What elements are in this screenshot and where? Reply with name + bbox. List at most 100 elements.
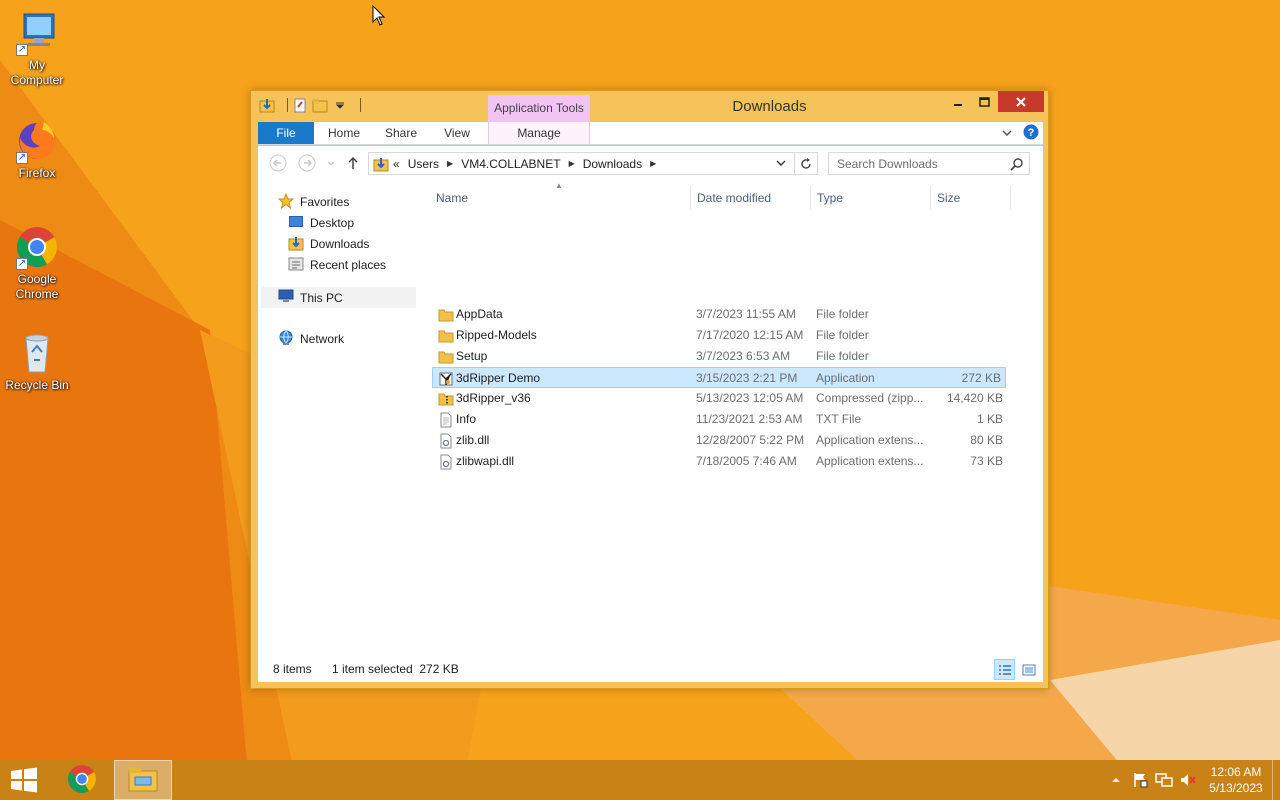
search-box[interactable]: Search Downloads [828, 152, 1030, 175]
back-button[interactable] [269, 154, 287, 172]
file-row-3dripper-demo[interactable]: 3dRipper Demo 3/15/2023 2:21 PM Applicat… [432, 367, 1006, 388]
column-header-size[interactable]: Size [937, 188, 1007, 208]
file-row-ripped-models[interactable]: Ripped-Models 7/17/2020 12:15 AM File fo… [433, 325, 1007, 346]
my-computer-icon: ↗ [14, 10, 60, 56]
nav-this-pc[interactable]: This PC [261, 287, 416, 308]
recent-places-icon [288, 256, 304, 275]
maximize-button[interactable] [971, 91, 998, 112]
mouse-cursor-icon [372, 4, 386, 30]
file-row-zlib-dll[interactable]: zlib.dll 12/28/2007 5:22 PM Application … [433, 430, 1007, 451]
desktop-icon-google-chrome[interactable]: ↗ Google Chrome [0, 224, 74, 302]
customize-toolbar-chevron-icon[interactable] [332, 97, 348, 113]
tab-home[interactable]: Home [320, 122, 368, 144]
file-name: AppData [456, 307, 503, 321]
search-icon[interactable] [1010, 157, 1024, 174]
column-separator[interactable] [810, 185, 811, 209]
desktop-icon-label: Firefox [18, 166, 56, 180]
large-icons-view-button[interactable] [1018, 659, 1039, 680]
chrome-icon: ↗ [14, 224, 60, 270]
desktop-icon-my-computer[interactable]: ↗ My Computer [0, 10, 74, 88]
file-row-info[interactable]: Info 11/23/2021 2:53 AM TXT File 1 KB [433, 409, 1007, 430]
action-center-flag-icon[interactable] [1128, 760, 1152, 800]
help-icon[interactable]: ? [1023, 124, 1039, 143]
desktop-icon-recycle-bin[interactable]: Recycle Bin [0, 330, 74, 393]
breadcrumb-arrow-icon[interactable]: ▶ [650, 159, 656, 168]
new-folder-icon[interactable] [312, 97, 328, 113]
volume-muted-icon[interactable] [1176, 760, 1200, 800]
file-date: 3/15/2023 2:21 PM [696, 371, 798, 385]
breadcrumb-downloads[interactable]: Downloads [583, 157, 642, 171]
network-status-icon[interactable] [1152, 760, 1176, 800]
network-icon [278, 330, 294, 349]
desktop-icon-firefox[interactable]: ↗ Firefox [0, 118, 74, 181]
file-date: 3/7/2023 6:53 AM [696, 349, 791, 363]
nav-network[interactable]: Network [278, 329, 344, 349]
desktop-icon-label: My [29, 58, 45, 72]
breadcrumb-vm4-collabnet[interactable]: VM4.COLLABNET [461, 157, 560, 171]
details-view-button[interactable] [994, 659, 1015, 680]
file-name: Setup [456, 349, 488, 363]
close-button[interactable] [998, 91, 1044, 112]
application-icon [438, 371, 454, 387]
show-hidden-icons-button[interactable] [1104, 760, 1128, 800]
nav-favorites-label: Favorites [300, 195, 350, 209]
item-count: 8 items [273, 662, 312, 676]
breadcrumb: « Users ▶ VM4.COLLABNET ▶ Downloads ▶ [393, 157, 656, 171]
tab-file[interactable]: File [258, 122, 314, 144]
tab-manage[interactable]: Manage [488, 122, 590, 144]
file-row-setup[interactable]: Setup 3/7/2023 6:53 AM File folder [433, 346, 1007, 367]
file-name: 3dRipper_v36 [456, 391, 531, 405]
address-box[interactable]: « Users ▶ VM4.COLLABNET ▶ Downloads ▶ [368, 152, 818, 175]
tab-share[interactable]: Share [376, 122, 426, 144]
file-name: Ripped-Models [456, 328, 537, 342]
svg-text:?: ? [1028, 127, 1035, 139]
start-button[interactable] [0, 760, 48, 800]
downloads-location-icon [373, 156, 389, 172]
column-separator[interactable] [1010, 185, 1011, 209]
nav-favorites[interactable]: Favorites [277, 192, 350, 212]
nav-recent-places[interactable]: Recent places [288, 255, 386, 275]
quick-access-toolbar [259, 97, 361, 113]
recent-locations-chevron-icon[interactable] [322, 154, 340, 172]
nav-desktop[interactable]: Desktop [288, 213, 354, 233]
taskbar: 12:06 AM 5/13/2023 [0, 760, 1280, 800]
tab-view[interactable]: View [434, 122, 480, 144]
minimize-button[interactable] [944, 91, 971, 112]
nav-downloads[interactable]: Downloads [288, 234, 369, 254]
file-row-appdata[interactable]: AppData 3/7/2023 11:55 AM File folder [433, 304, 1007, 325]
content-area: Favorites Desktop Downloads Recent place… [258, 181, 1043, 656]
taskbar-chrome-button[interactable] [58, 760, 106, 800]
star-icon [277, 192, 295, 212]
folder-icon [438, 349, 454, 365]
show-desktop-button[interactable] [1272, 760, 1280, 800]
taskbar-clock[interactable]: 12:06 AM 5/13/2023 [1200, 764, 1272, 796]
application-tools-tab-group: Application Tools [488, 95, 590, 122]
file-date: 3/7/2023 11:55 AM [696, 307, 796, 321]
file-row-zlibwapi-dll[interactable]: zlibwapi.dll 7/18/2005 7:46 AM Applicati… [433, 451, 1007, 472]
file-date: 5/13/2023 12:05 AM [696, 391, 804, 405]
file-type: File folder [816, 349, 869, 363]
breadcrumb-overflow[interactable]: « [393, 157, 400, 171]
column-separator[interactable] [690, 185, 691, 209]
column-header-date-modified[interactable]: Date modified [697, 188, 807, 208]
title-bar[interactable]: Application Tools Downloads [251, 91, 1048, 122]
file-row-3dripper-v36[interactable]: 3dRipper_v36 5/13/2023 12:05 AM Compress… [433, 388, 1007, 409]
column-header-name[interactable]: Name [436, 188, 686, 208]
expand-ribbon-chevron-icon[interactable] [1001, 127, 1013, 141]
forward-button[interactable] [298, 154, 316, 172]
breadcrumb-arrow-icon[interactable]: ▶ [447, 159, 453, 168]
desktop-icon-label: Computer [10, 73, 64, 87]
column-separator[interactable] [930, 185, 931, 209]
file-size: 73 KB [970, 454, 1003, 468]
address-history-chevron-icon[interactable] [775, 157, 787, 172]
file-type: Application [816, 371, 875, 385]
taskbar-file-explorer-button[interactable] [114, 760, 172, 800]
column-header-type[interactable]: Type [817, 188, 927, 208]
explorer-app-icon[interactable] [259, 97, 275, 113]
breadcrumb-users[interactable]: Users [408, 157, 439, 171]
folder-icon [438, 307, 454, 323]
properties-icon[interactable] [292, 97, 308, 113]
breadcrumb-arrow-icon[interactable]: ▶ [569, 159, 575, 168]
refresh-button[interactable] [794, 153, 817, 174]
up-button[interactable] [344, 154, 362, 172]
